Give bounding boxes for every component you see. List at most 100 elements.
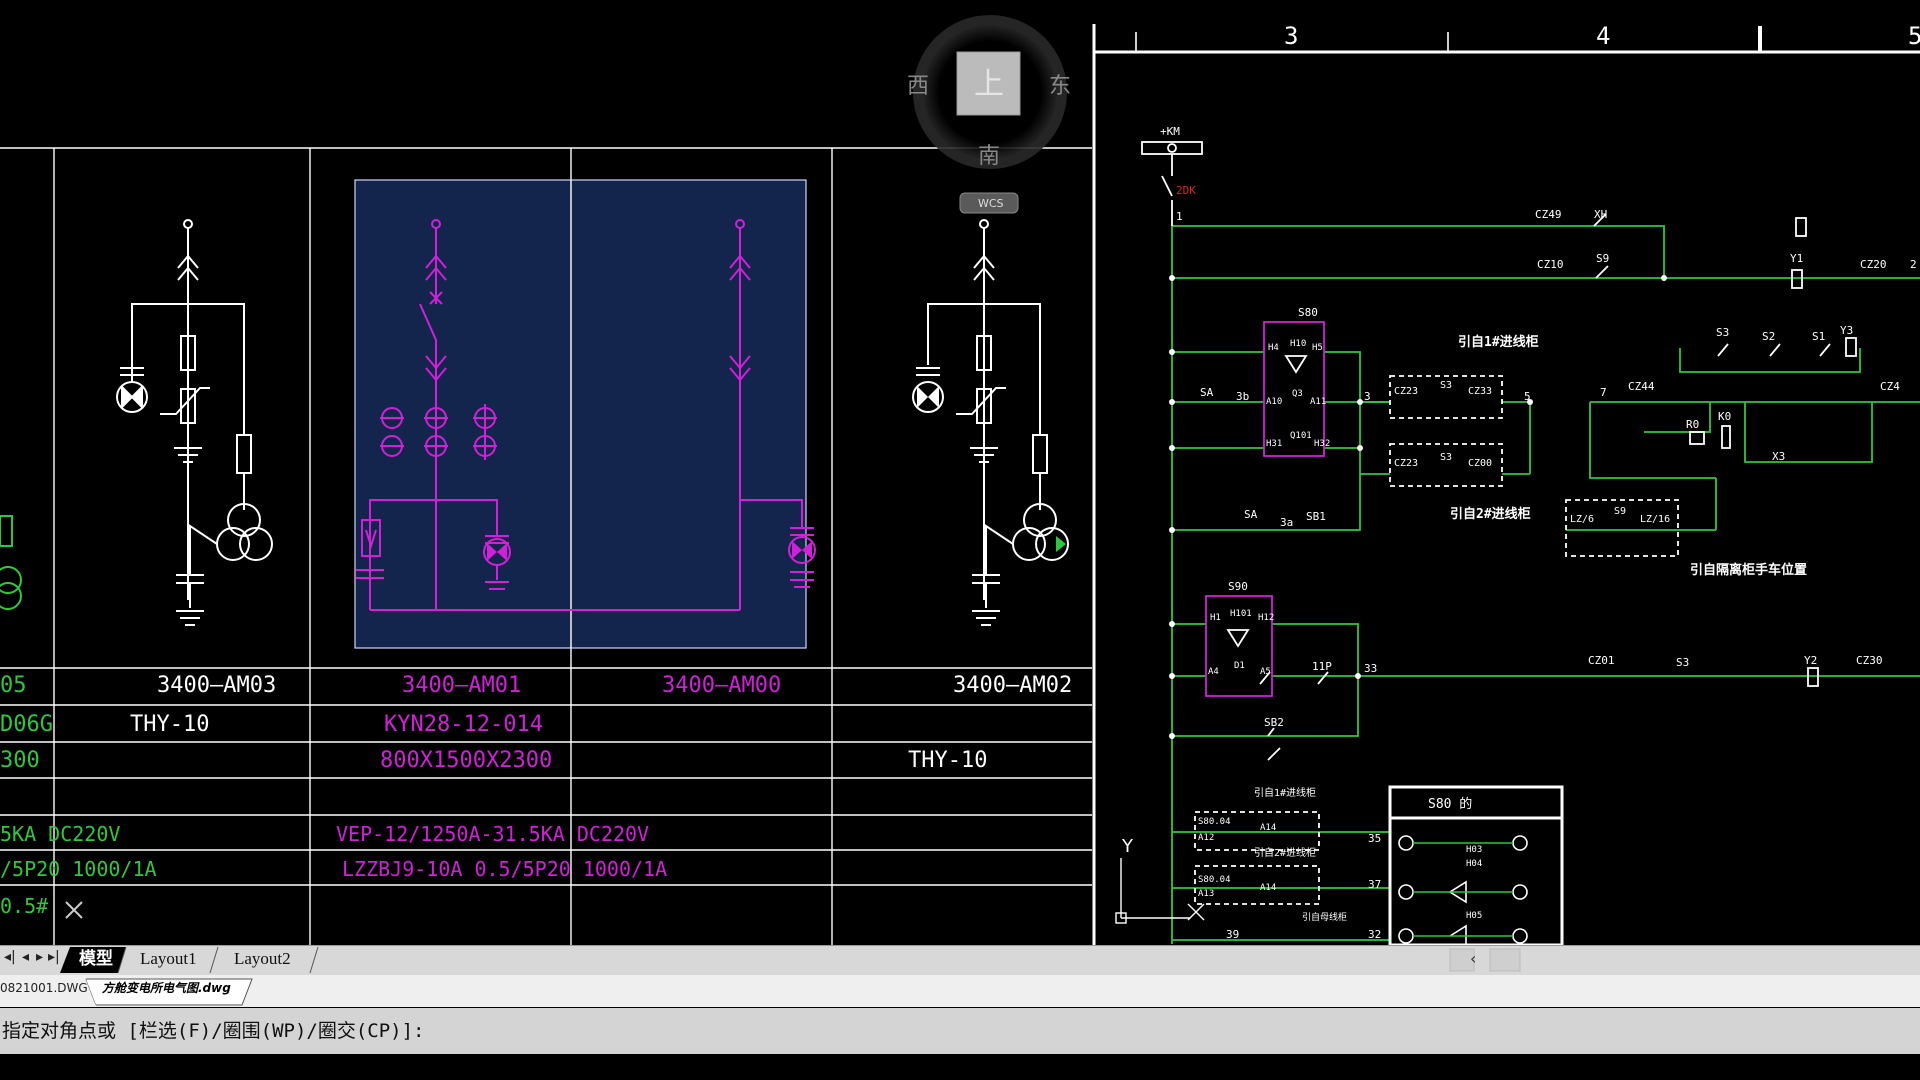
ruler-ticks [1135, 26, 1762, 52]
tab-nav-last-button[interactable]: ▸| [48, 949, 60, 965]
panel-type-partial: D06G [0, 712, 53, 737]
label-h03: H03 [1466, 845, 1482, 855]
panel-size-partial: 300 [0, 748, 40, 773]
am03-diagram [116, 219, 273, 626]
panel-id-am00: 3400—AM00 [662, 673, 781, 698]
wcs-label: WCS [978, 197, 1004, 210]
file-tab-substation[interactable]: 方舱变电所电气图.dwg [102, 976, 231, 1000]
label-lz16: LZ/16 [1640, 514, 1670, 525]
panel-id-am02: 3400—AM02 [953, 673, 1072, 698]
ucs-icon [1115, 858, 1205, 924]
green-marker-am02 [1056, 536, 1066, 552]
label-3b: 3b [1236, 390, 1249, 403]
label-39: 39 [1226, 928, 1239, 941]
label-cz4: CZ4 [1880, 380, 1900, 393]
label-a14: A14 [1260, 823, 1276, 833]
tab-nav-next-button[interactable]: ▸ [36, 949, 43, 965]
label-s2: S2 [1762, 330, 1775, 343]
schematic-components [1141, 141, 1857, 905]
ref-isolator-position: 引自隔离柜手车位置 [1690, 562, 1807, 578]
label-d1: D1 [1234, 661, 1245, 671]
label-h12: H12 [1258, 613, 1274, 623]
label-lz6: LZ/6 [1570, 514, 1594, 525]
viewcube-top-label: 上 [974, 67, 1004, 102]
label-supply: +KM [1160, 125, 1180, 138]
label-s9a: S9 [1596, 252, 1609, 265]
panel-id-am01: 3400—AM01 [402, 673, 521, 698]
panel-id-partial: 05 [0, 673, 27, 698]
label-sb2: SB2 [1264, 716, 1284, 729]
ref-incoming-1: 引自1#进线柜 [1458, 334, 1539, 350]
label-node1: 1 [1176, 210, 1183, 223]
label-a5: A5 [1260, 667, 1271, 677]
label-y2: Y2 [1804, 654, 1817, 667]
label-e2: 2 [1910, 258, 1917, 271]
tab-nav-prev-button[interactable]: ◂ [22, 949, 29, 965]
label-a13: A13 [1198, 889, 1214, 899]
label-fuse: 2DK [1176, 184, 1196, 197]
label-cz33a: CZ33 [1468, 386, 1492, 397]
label-cz00b: CZ00 [1468, 458, 1492, 469]
label-h10: H10 [1290, 339, 1306, 349]
label-cz49: CZ49 [1535, 208, 1562, 221]
label-s3d: S3 [1676, 656, 1689, 669]
tab-layout1[interactable]: Layout1 [140, 947, 197, 971]
label-h1: H1 [1210, 613, 1221, 623]
label-sa: SA [1200, 386, 1214, 399]
label-y1: Y1 [1790, 252, 1803, 265]
panel-id-am03: 3400—AM03 [157, 673, 276, 698]
command-prompt-text: 指定对角点或 [栏选(F)/圈围(WP)/圈交(CP)]: [2, 1020, 425, 1042]
panel-type-am03: THY-10 [130, 712, 209, 737]
label-s3c: S3 [1716, 326, 1729, 339]
label-35: 35 [1368, 832, 1381, 845]
label-a4: A4 [1208, 667, 1219, 677]
label-s8004a: S80.04 [1198, 817, 1231, 827]
label-h4: H4 [1268, 343, 1279, 353]
label-h04: H04 [1466, 859, 1482, 869]
label-s80-box: S80 的 [1428, 796, 1472, 812]
selection-window [354, 179, 807, 649]
label-cz23a: CZ23 [1394, 386, 1418, 397]
label-33: 33 [1364, 662, 1377, 675]
label-a12: A12 [1198, 833, 1214, 843]
viewcube[interactable]: 上 西 东 南 WCS [907, 15, 1071, 214]
label-cz20: CZ20 [1860, 258, 1887, 271]
command-line[interactable]: 指定对角点或 [栏选(F)/圈围(WP)/圈交(CP)]: [0, 1008, 1920, 1054]
ref-incoming-2: 引自2#进线柜 [1450, 506, 1531, 522]
label-a11: A11 [1310, 397, 1326, 407]
tab-nav-first-button[interactable]: ◂| [4, 949, 16, 965]
am02-diagram [912, 219, 1069, 626]
label-s90: S90 [1228, 580, 1248, 593]
label-q101: Q101 [1290, 431, 1312, 441]
label-11p: 11P [1312, 660, 1332, 673]
bus-note-partial: 0.5# [0, 894, 48, 918]
ucs-y-label: Y [1121, 836, 1134, 857]
label-r0: R0 [1686, 418, 1699, 431]
label-cz30: CZ30 [1856, 654, 1883, 667]
label-7: 7 [1600, 386, 1607, 399]
label-h5: H5 [1312, 343, 1323, 353]
label-5: 5 [1524, 390, 1531, 403]
partial-pt-symbol [0, 515, 22, 610]
label-sb1: SB1 [1306, 510, 1326, 523]
drawing-canvas[interactable]: 05 3400—AM03 3400—AM01 3400—AM00 3400—AM… [0, 0, 1920, 1080]
ref-incoming-1b: 引自1#进线柜 [1254, 786, 1316, 799]
hscroll-left-button[interactable]: ‹ [1470, 949, 1476, 968]
compass-east-label[interactable]: 东 [1049, 74, 1071, 99]
label-s9b: S9 [1614, 506, 1626, 517]
ct-spec-am01: LZZBJ9-10A 0.5/5P20 1000/1A [342, 857, 667, 881]
close-mark-icon [65, 901, 83, 919]
compass-south-label[interactable]: 南 [978, 144, 1000, 169]
tab-model[interactable]: 模型 [79, 947, 113, 971]
ruler-label-4: 4 [1596, 22, 1610, 50]
label-s8004b: S80.04 [1198, 875, 1231, 885]
ref-incoming-2b: 引自2#进线柜 [1254, 846, 1316, 859]
file-tab-0821001[interactable]: 0821001.DWG [0, 976, 88, 1000]
breaker-spec-partial: 5KA DC220V [0, 822, 120, 846]
schematic-wires [1171, 225, 1920, 944]
label-3: 3 [1364, 390, 1371, 403]
tab-layout2[interactable]: Layout2 [234, 947, 291, 971]
label-3a: 3a [1280, 516, 1293, 529]
compass-west-label[interactable]: 西 [907, 74, 929, 99]
label-cz10: CZ10 [1537, 258, 1564, 271]
